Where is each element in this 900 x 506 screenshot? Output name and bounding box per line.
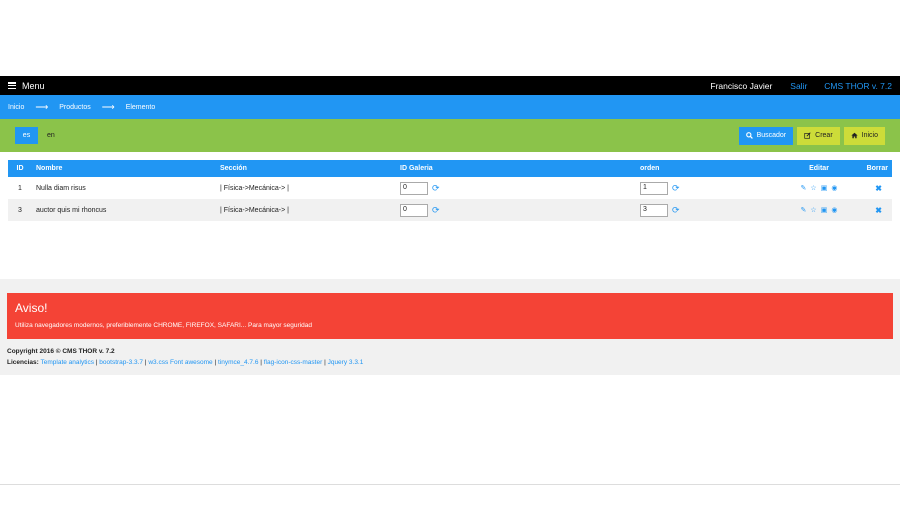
star-icon[interactable]: ☆	[810, 184, 816, 192]
divider	[0, 484, 900, 485]
cell-editar: ✎ ☆ ▣ ◉	[776, 177, 862, 199]
menu-button[interactable]: Menu	[8, 81, 45, 91]
language-es-button[interactable]: es	[15, 127, 38, 144]
cell-orden: 3 ⟳	[636, 199, 776, 221]
cell-id: 1	[18, 184, 22, 192]
orden-input[interactable]: 1	[640, 181, 668, 195]
home-button[interactable]: Inicio	[843, 126, 885, 145]
delete-icon[interactable]: ✖	[875, 184, 882, 193]
cell-seccion: | Física->Mecánica-> |	[220, 184, 289, 192]
arrow-right-icon: ⟶	[35, 101, 49, 112]
language-en-button[interactable]: en	[47, 132, 55, 139]
delete-icon[interactable]: ✖	[875, 206, 882, 215]
cell-nombre: Nulla diam risus	[36, 184, 86, 192]
warning-panel: Aviso! Utiliza navegadores modernos, pre…	[7, 293, 893, 339]
license-link[interactable]: tinymce_4.7.6	[218, 359, 258, 366]
arrow-right-icon: ⟶	[101, 101, 115, 112]
version-link[interactable]: CMS THOR v. 7.2	[824, 81, 892, 91]
refresh-icon[interactable]: ⟳	[672, 205, 680, 215]
cell-borrar: ✖	[862, 199, 892, 221]
create-button[interactable]: Crear	[797, 126, 840, 145]
galeria-input[interactable]: 0	[400, 181, 428, 195]
cell-editar: ✎ ☆ ▣ ◉	[776, 199, 862, 221]
refresh-icon[interactable]: ⟳	[432, 183, 440, 193]
calendar-icon[interactable]: ▣	[821, 206, 828, 214]
header-id-galeria: ID Galeria	[400, 165, 433, 172]
license-link[interactable]: bootstrap-3.3.7	[99, 359, 143, 366]
star-icon[interactable]: ☆	[810, 206, 816, 214]
hamburger-icon	[8, 82, 16, 89]
refresh-icon[interactable]: ⟳	[672, 183, 680, 193]
breadcrumb-item-elemento[interactable]: Elemento	[126, 104, 156, 111]
top-bar: Menu Francisco Javier Salir CMS THOR v. …	[0, 76, 900, 95]
license-link[interactable]: flag-icon-css-master	[264, 359, 323, 366]
cell-id: 3	[18, 206, 22, 214]
breadcrumb-item-inicio[interactable]: Inicio	[8, 104, 24, 111]
cell-seccion: | Física->Mecánica-> |	[220, 206, 289, 214]
refresh-icon[interactable]: ⟳	[432, 205, 440, 215]
table-header-row: ID Nombre Sección ID Galeria orden Edita…	[8, 160, 892, 177]
cell-orden: 1 ⟳	[636, 177, 776, 199]
header-editar: Editar	[809, 165, 829, 172]
cell-nombre: auctor quis mi rhoncus	[36, 206, 107, 214]
menu-label: Menu	[22, 80, 45, 91]
search-icon	[745, 132, 753, 139]
edit-icon[interactable]: ✎	[801, 206, 807, 214]
create-label: Crear	[815, 132, 833, 139]
breadcrumb-item-productos[interactable]: Productos	[59, 104, 91, 111]
eye-icon[interactable]: ◉	[831, 184, 837, 192]
header-nombre: Nombre	[36, 165, 63, 172]
toolbar: es en Buscador Crear Inicio	[0, 119, 900, 152]
licenses-line: Licencias: Template analytics | bootstra…	[7, 359, 364, 366]
header-orden: orden	[640, 165, 660, 172]
cell-galeria: 0 ⟳	[396, 177, 636, 199]
home-icon	[851, 132, 858, 139]
table-row: 3 auctor quis mi rhoncus | Física->Mecán…	[8, 199, 892, 221]
cell-galeria: 0 ⟳	[396, 199, 636, 221]
header-seccion: Sección	[220, 165, 247, 172]
license-link[interactable]: Jquery 3.3.1	[328, 359, 364, 366]
header-id: ID	[16, 165, 24, 172]
warning-title: Aviso!	[15, 301, 48, 315]
licenses-label: Licencias:	[7, 359, 39, 366]
calendar-icon[interactable]: ▣	[821, 184, 828, 192]
edit-icon	[804, 132, 811, 139]
search-label: Buscador	[756, 132, 787, 139]
cell-borrar: ✖	[862, 177, 892, 199]
breadcrumb: Inicio ⟶ Productos ⟶ Elemento	[0, 95, 900, 119]
home-label: Inicio	[861, 132, 878, 139]
copyright-text: Copyright 2016 © CMS THOR v. 7.2	[7, 348, 115, 355]
eye-icon[interactable]: ◉	[831, 206, 837, 214]
license-link[interactable]: Template analytics	[41, 359, 94, 366]
footer: Aviso! Utiliza navegadores modernos, pre…	[0, 279, 900, 375]
galeria-input[interactable]: 0	[400, 203, 428, 217]
user-name: Francisco Javier	[710, 80, 773, 91]
orden-input[interactable]: 3	[640, 203, 668, 217]
edit-icon[interactable]: ✎	[801, 184, 807, 192]
license-link[interactable]: w3.css Font awesome	[148, 359, 212, 366]
elements-table: ID Nombre Sección ID Galeria orden Edita…	[8, 160, 892, 221]
warning-text: Utiliza navegadores modernos, preferible…	[15, 322, 312, 329]
table-row: 1 Nulla diam risus | Física->Mecánica-> …	[8, 177, 892, 199]
logout-link[interactable]: Salir	[790, 81, 807, 91]
header-borrar: Borrar	[866, 165, 888, 172]
search-button[interactable]: Buscador	[738, 126, 794, 145]
